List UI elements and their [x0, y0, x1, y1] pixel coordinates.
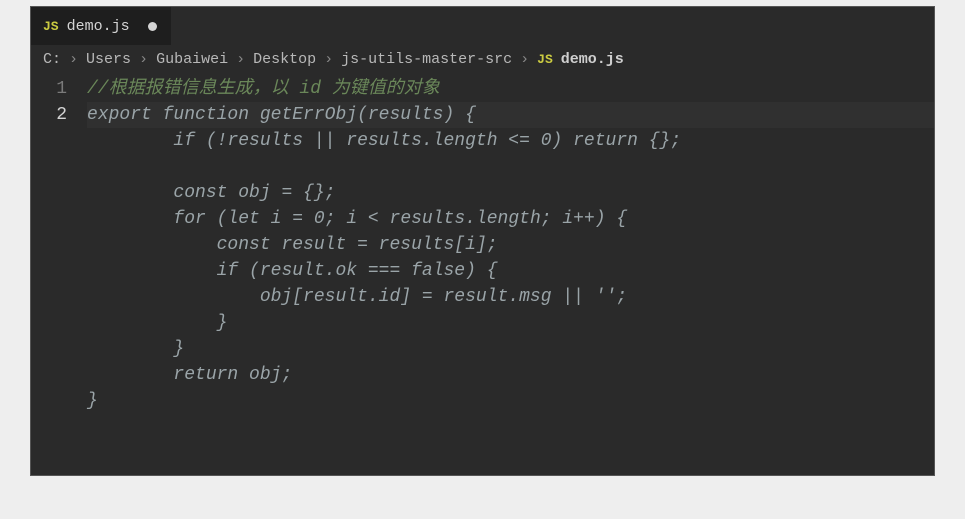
code-line[interactable]: if (result.ok === false) {	[87, 258, 934, 284]
code-token: <=	[508, 131, 540, 151]
line-number: 1	[31, 76, 67, 102]
code-line[interactable]: export function getErrObj(results) {	[87, 102, 934, 128]
code-token: = {};	[281, 183, 335, 203]
code-line[interactable]: for (let i = 0; i < results.length; i++)…	[87, 206, 934, 232]
chevron-right-icon: ›	[69, 51, 78, 68]
code-token: obj	[238, 183, 281, 203]
code-token: }	[87, 391, 98, 411]
code-token: (	[249, 261, 260, 281]
code-token: ) {	[465, 261, 497, 281]
chevron-right-icon: ›	[520, 51, 529, 68]
code-token: }	[173, 339, 184, 359]
code-token: 0	[314, 209, 325, 229]
code-token: [	[454, 235, 465, 255]
code-line[interactable]: return obj;	[87, 362, 934, 388]
code-token: const	[217, 235, 282, 255]
code-line[interactable]: obj[result.id] = result.msg || '';	[87, 284, 934, 310]
code-token: ===	[368, 261, 411, 281]
code-token: false	[411, 261, 465, 281]
code-line[interactable]: }	[87, 336, 934, 362]
code-line[interactable]: const result = results[i];	[87, 232, 934, 258]
code-token: results	[227, 131, 313, 151]
code-token: result.ok	[260, 261, 368, 281]
code-content[interactable]: //根据报错信息生成，以 id 为键值的对象 export function ge…	[79, 72, 934, 475]
code-token: {};	[649, 131, 681, 151]
code-token: i++	[562, 209, 594, 229]
breadcrumb-segment[interactable]: js-utils-master-src	[341, 51, 512, 68]
code-token: results.length	[390, 209, 541, 229]
code-token: ;	[325, 209, 347, 229]
code-token: ) {	[444, 105, 476, 125]
code-line[interactable]: }	[87, 310, 934, 336]
code-line[interactable]: //根据报错信息生成，以 id 为键值的对象	[87, 76, 934, 102]
chevron-right-icon: ›	[139, 51, 148, 68]
code-area: 1 2 //根据报错信息生成，以 id 为键值的对象 export functio…	[31, 72, 934, 475]
js-file-icon: JS	[43, 19, 59, 34]
code-token: function	[163, 105, 260, 125]
code-token: i	[346, 209, 368, 229]
code-token: results	[368, 105, 444, 125]
code-token: //根据报错信息生成，以 id 为键值的对象	[87, 79, 440, 99]
tab-filename: demo.js	[67, 18, 130, 35]
code-line[interactable]: const obj = {};	[87, 180, 934, 206]
code-line[interactable]: }	[87, 388, 934, 414]
code-token: ;	[616, 287, 627, 307]
code-token: i	[271, 209, 293, 229]
code-token: =	[357, 235, 379, 255]
code-token: return	[173, 365, 249, 385]
code-token: result.msg	[443, 287, 562, 307]
code-token: ] =	[400, 287, 443, 307]
code-token: (	[217, 209, 228, 229]
code-token: ''	[595, 287, 617, 307]
code-token: i	[465, 235, 476, 255]
code-token: const	[173, 183, 238, 203]
chevron-right-icon: ›	[324, 51, 333, 68]
code-token: ;	[281, 365, 292, 385]
line-number-gutter: 1 2	[31, 72, 79, 475]
js-file-icon: JS	[537, 52, 553, 67]
code-line[interactable]	[87, 154, 934, 180]
breadcrumb-segment[interactable]: Gubaiwei	[156, 51, 228, 68]
code-token: ||	[562, 287, 594, 307]
code-token: results.length	[346, 131, 508, 151]
code-token: results	[379, 235, 455, 255]
code-token: export	[87, 105, 163, 125]
code-token: ||	[314, 131, 346, 151]
code-token: 0	[541, 131, 552, 151]
breadcrumb: C: › Users › Gubaiwei › Desktop › js-uti…	[31, 45, 934, 72]
code-token: [	[292, 287, 303, 307]
code-token: ;	[541, 209, 563, 229]
line-number: 2	[31, 102, 67, 128]
editor-window: JS demo.js C: › Users › Gubaiwei › Deskt…	[30, 6, 935, 476]
code-token: obj	[260, 287, 292, 307]
code-token: obj	[249, 365, 281, 385]
code-token: =	[292, 209, 314, 229]
code-token: ) {	[595, 209, 627, 229]
modified-indicator-icon	[148, 22, 157, 31]
code-token: result	[281, 235, 357, 255]
code-token: getErrObj	[260, 105, 357, 125]
code-line[interactable]: if (!results || results.length <= 0) ret…	[87, 128, 934, 154]
breadcrumb-file[interactable]: demo.js	[561, 51, 624, 68]
breadcrumb-segment[interactable]: Desktop	[253, 51, 316, 68]
tab-demo-js[interactable]: JS demo.js	[31, 7, 171, 45]
code-token: ];	[476, 235, 498, 255]
code-token: let	[227, 209, 270, 229]
code-token: if	[173, 131, 205, 151]
code-token: )	[552, 131, 574, 151]
code-token: result.id	[303, 287, 400, 307]
breadcrumb-segment[interactable]: Users	[86, 51, 131, 68]
code-token: <	[368, 209, 390, 229]
code-token: }	[217, 313, 228, 333]
code-token: (!	[206, 131, 228, 151]
tab-bar: JS demo.js	[31, 7, 934, 45]
chevron-right-icon: ›	[236, 51, 245, 68]
code-token: if	[217, 261, 249, 281]
code-token: (	[357, 105, 368, 125]
breadcrumb-segment[interactable]: C:	[43, 51, 61, 68]
code-token: for	[173, 209, 216, 229]
code-token: return	[573, 131, 649, 151]
